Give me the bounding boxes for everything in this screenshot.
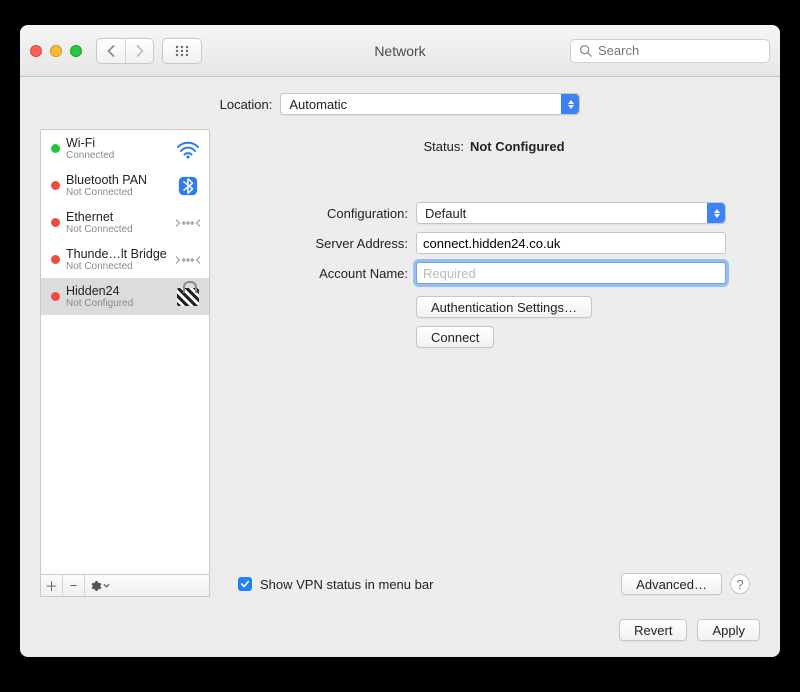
lock-icon: [177, 288, 199, 306]
search-input[interactable]: [596, 42, 776, 59]
show-vpn-status-label: Show VPN status in menu bar: [260, 577, 433, 592]
show-all-button[interactable]: [162, 38, 202, 64]
account-name-label: Account Name:: [238, 266, 408, 281]
list-footer: ＋ −: [40, 575, 210, 597]
bluetooth-icon: [175, 175, 201, 197]
service-actions-button[interactable]: [85, 575, 115, 596]
service-item[interactable]: Thunde…lt BridgeNot Connected: [41, 241, 209, 278]
chevron-down-icon: [103, 583, 110, 589]
location-label: Location:: [220, 97, 273, 112]
service-name: Ethernet: [66, 210, 169, 224]
main-area: Wi-FiConnectedBluetooth PANNot Connected…: [20, 123, 780, 609]
apply-button[interactable]: Apply: [697, 619, 760, 641]
service-item[interactable]: Wi-FiConnected: [41, 130, 209, 167]
wifi-icon: [175, 138, 201, 160]
ethernet-icon: [175, 212, 201, 234]
ethernet-icon: [175, 249, 201, 271]
gear-icon: [90, 580, 102, 592]
service-substatus: Connected: [66, 150, 169, 161]
service-text: Hidden24Not Configured: [66, 284, 169, 309]
status-dot: [51, 144, 60, 153]
location-popup[interactable]: Automatic: [280, 93, 580, 115]
window-controls: [30, 45, 82, 57]
vpn-form: Configuration: Default Server Address: A…: [238, 202, 750, 348]
location-row: Location: Automatic: [20, 77, 780, 123]
chevron-up-down-icon: [561, 94, 579, 114]
remove-service-button[interactable]: −: [63, 575, 85, 596]
service-text: Thunde…lt BridgeNot Connected: [66, 247, 169, 272]
toolbar: Network: [20, 25, 780, 77]
connect-button[interactable]: Connect: [416, 326, 494, 348]
status-value: Not Configured: [470, 139, 565, 154]
service-text: Wi-FiConnected: [66, 136, 169, 161]
service-substatus: Not Connected: [66, 261, 169, 272]
search-field[interactable]: [570, 39, 770, 63]
status-row: Status: Not Configured: [238, 139, 750, 154]
configuration-value: Default: [417, 206, 474, 221]
back-button[interactable]: [97, 39, 125, 63]
status-dot: [51, 292, 60, 301]
configuration-label: Configuration:: [238, 206, 408, 221]
details-panel: Status: Not Configured Configuration: De…: [228, 129, 760, 597]
service-text: EthernetNot Connected: [66, 210, 169, 235]
help-button[interactable]: ?: [730, 574, 750, 594]
revert-button[interactable]: Revert: [619, 619, 687, 641]
panel-footer: Show VPN status in menu bar Advanced… ?: [238, 573, 750, 595]
service-name: Wi-Fi: [66, 136, 169, 150]
status-dot: [51, 255, 60, 264]
show-vpn-status-checkbox[interactable]: [238, 577, 252, 591]
minimize-window-button[interactable]: [50, 45, 62, 57]
service-list[interactable]: Wi-FiConnectedBluetooth PANNot Connected…: [40, 129, 210, 575]
service-substatus: Not Connected: [66, 224, 169, 235]
bottom-row: Revert Apply: [20, 609, 780, 657]
service-item[interactable]: EthernetNot Connected: [41, 204, 209, 241]
preferences-window: Network Location: Automatic Wi-FiConnect…: [20, 25, 780, 657]
search-icon: [579, 44, 592, 57]
add-service-button[interactable]: ＋: [41, 575, 63, 596]
service-item[interactable]: Bluetooth PANNot Connected: [41, 167, 209, 204]
chevron-up-down-icon: [707, 203, 725, 223]
server-address-label: Server Address:: [238, 236, 408, 251]
service-name: Hidden24: [66, 284, 169, 298]
service-name: Thunde…lt Bridge: [66, 247, 169, 261]
nav-back-forward: [96, 38, 154, 64]
service-substatus: Not Configured: [66, 298, 169, 309]
service-text: Bluetooth PANNot Connected: [66, 173, 169, 198]
service-name: Bluetooth PAN: [66, 173, 169, 187]
status-label: Status:: [423, 139, 463, 154]
advanced-button[interactable]: Advanced…: [621, 573, 722, 595]
zoom-window-button[interactable]: [70, 45, 82, 57]
status-dot: [51, 218, 60, 227]
vpn-icon: [175, 286, 201, 308]
status-dot: [51, 181, 60, 190]
server-address-input[interactable]: [416, 232, 726, 254]
close-window-button[interactable]: [30, 45, 42, 57]
account-name-input[interactable]: [416, 262, 726, 284]
service-substatus: Not Connected: [66, 187, 169, 198]
sidebar: Wi-FiConnectedBluetooth PANNot Connected…: [40, 129, 210, 597]
forward-button[interactable]: [125, 39, 153, 63]
authentication-settings-button[interactable]: Authentication Settings…: [416, 296, 592, 318]
configuration-popup[interactable]: Default: [416, 202, 726, 224]
service-item[interactable]: Hidden24Not Configured: [41, 278, 209, 315]
location-value: Automatic: [281, 97, 355, 112]
